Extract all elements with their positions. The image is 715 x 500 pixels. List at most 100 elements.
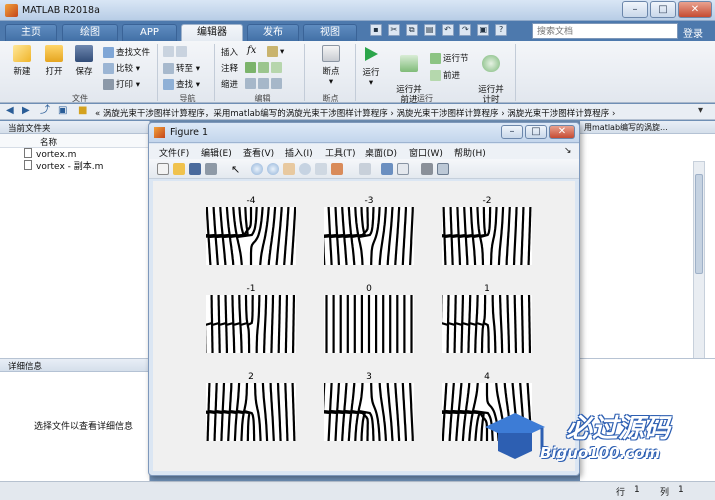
watermark-text: 必过源码 <box>566 414 671 444</box>
open-button[interactable]: 打开 <box>40 45 68 77</box>
fx-label: fx <box>247 45 257 56</box>
search-documentation-input[interactable] <box>532 23 678 39</box>
help-icon[interactable]: ? <box>495 24 508 36</box>
legend-icon[interactable] <box>397 163 409 175</box>
tab-editor[interactable]: 编辑器 <box>181 24 243 41</box>
back-icon[interactable] <box>163 46 174 57</box>
switch-windows-icon[interactable]: ▣ <box>477 24 490 36</box>
smart-indent-icon[interactable] <box>245 78 256 89</box>
menu-insert[interactable]: 插入(I) <box>285 146 313 159</box>
up-folder-icon[interactable]: ⤴ <box>40 106 52 117</box>
menu-file[interactable]: 文件(F) <box>159 146 189 159</box>
figure-minimize-button[interactable]: – <box>501 125 523 139</box>
save-button[interactable]: 保存 <box>70 45 98 77</box>
subplot-title: -2 <box>483 196 492 206</box>
breakpoints-button[interactable]: 断点 ▾ <box>314 45 348 87</box>
quick-access-toolbar: ▪ ✂ ⧉ ▤ ↶ ↷ ▣ ? <box>370 24 510 39</box>
advance-button[interactable]: 前进 <box>430 69 460 81</box>
zoom-out-icon[interactable] <box>267 163 279 175</box>
indent-button[interactable]: 缩进 <box>221 78 238 90</box>
fx-button[interactable]: fx <box>247 45 256 56</box>
tab-plots[interactable]: 绘图 <box>62 24 118 41</box>
compare-label: 比较 <box>116 64 134 74</box>
editor-tab-title[interactable]: 用matlab编写的涡旋... <box>580 121 715 134</box>
goto-button[interactable]: 转至 ▾ <box>163 62 200 74</box>
menu-desktop[interactable]: 桌面(D) <box>365 146 397 159</box>
menu-edit[interactable]: 编辑(E) <box>201 146 232 159</box>
back-arrow-icon[interactable]: ◀ <box>6 106 18 117</box>
close-button[interactable]: ✕ <box>678 1 712 18</box>
print-button[interactable]: 打印 ▾ <box>103 78 140 90</box>
window-titlebar: MATLAB R2018a – □ ✕ <box>0 0 715 21</box>
m-file-icon <box>24 160 32 170</box>
find-label: 查找 <box>176 80 194 90</box>
open-file-icon[interactable] <box>173 163 185 175</box>
minimize-button[interactable]: – <box>622 1 648 18</box>
copy-icon[interactable]: ⧉ <box>405 24 418 36</box>
hide-plot-tools-icon[interactable] <box>421 163 433 175</box>
col-value: 1 <box>678 485 684 495</box>
colorbar-icon[interactable] <box>381 163 393 175</box>
brush-icon[interactable] <box>331 163 343 175</box>
uncomment-icon[interactable] <box>258 62 269 73</box>
dock-arrow-icon[interactable]: ↘ <box>564 146 572 156</box>
browse-folder-icon[interactable]: ▣ <box>58 106 70 117</box>
signin-link[interactable]: 登录 <box>683 25 703 40</box>
tab-view[interactable]: 视图 <box>303 24 357 41</box>
tab-apps[interactable]: APP <box>122 24 177 41</box>
save-figure-icon[interactable] <box>189 163 201 175</box>
advance-label: 前进 <box>443 71 461 81</box>
comment-button[interactable]: 注释 <box>221 62 238 74</box>
path-dropdown-icon[interactable]: ▾ <box>698 106 710 117</box>
find-button[interactable]: 查找 ▾ <box>163 78 200 90</box>
run-button[interactable]: 运行 ▾ <box>358 45 384 88</box>
insert-button[interactable]: 插入 <box>221 46 238 58</box>
rotate-3d-icon[interactable] <box>299 163 311 175</box>
watermark: 必过源码 Biguo100.com <box>480 400 710 470</box>
menu-tools[interactable]: 工具(T) <box>325 146 356 159</box>
address-bar: ◀ ▶ ⤴ ▣ ■ « 涡旋光束干涉图样计算程序，采用matlab编写的涡旋光束… <box>0 104 715 120</box>
file-item[interactable]: vortex.m <box>0 148 149 160</box>
undo-icon[interactable]: ↶ <box>441 24 454 36</box>
find-files-button[interactable]: 查找文件 <box>103 46 150 58</box>
new-button[interactable]: 新建 <box>8 45 36 77</box>
edit-plot-arrow-icon[interactable]: ↖ <box>231 163 243 176</box>
figure-close-button[interactable]: ✕ <box>549 125 575 139</box>
decrease-indent-icon[interactable] <box>271 78 282 89</box>
forward-arrow-icon[interactable]: ▶ <box>22 106 34 117</box>
matlab-logo-icon <box>5 4 18 17</box>
name-column-header[interactable]: 名称 <box>0 134 149 148</box>
redo-icon[interactable]: ↷ <box>459 24 472 36</box>
maximize-button[interactable]: □ <box>650 1 676 18</box>
cut-icon[interactable]: ✂ <box>387 24 400 36</box>
subplot-title: -4 <box>247 196 256 206</box>
menu-window[interactable]: 窗口(W) <box>409 146 443 159</box>
percent-comment-icon[interactable] <box>245 62 256 73</box>
current-folder-path[interactable]: « 涡旋光束干涉图样计算程序，采用matlab编写的涡旋光束干涉图样计算程序 ›… <box>95 107 615 119</box>
menu-view[interactable]: 查看(V) <box>243 146 274 159</box>
new-figure-icon[interactable] <box>157 163 169 175</box>
figure-maximize-button[interactable]: □ <box>525 125 547 139</box>
compare-button[interactable]: 比较 ▾ <box>103 62 140 74</box>
pan-hand-icon[interactable] <box>283 163 295 175</box>
forward-icon[interactable] <box>176 46 187 57</box>
run-advance-icon <box>400 55 418 72</box>
menu-help[interactable]: 帮助(H) <box>454 146 486 159</box>
figure-title: Figure 1 <box>170 127 209 138</box>
insert-fx-menu[interactable]: ▾ <box>267 46 284 57</box>
zoom-in-icon[interactable] <box>251 163 263 175</box>
tab-publish[interactable]: 发布 <box>247 24 299 41</box>
run-and-time-button[interactable]: 运行并 计时 <box>474 45 508 105</box>
show-plot-tools-icon[interactable] <box>437 163 449 175</box>
paste-icon[interactable]: ▤ <box>423 24 436 36</box>
file-item[interactable]: vortex - 副本.m <box>0 160 149 172</box>
print-figure-icon[interactable] <box>205 163 217 175</box>
data-cursor-icon[interactable] <box>315 163 327 175</box>
scrollbar-thumb[interactable] <box>695 174 703 274</box>
wrap-comment-icon[interactable] <box>271 62 282 73</box>
tab-home[interactable]: 主页 <box>5 24 57 41</box>
run-section-button[interactable]: 运行节 <box>430 52 469 64</box>
increase-indent-icon[interactable] <box>258 78 269 89</box>
link-plot-icon[interactable] <box>359 163 371 175</box>
save-icon[interactable]: ▪ <box>370 24 382 36</box>
